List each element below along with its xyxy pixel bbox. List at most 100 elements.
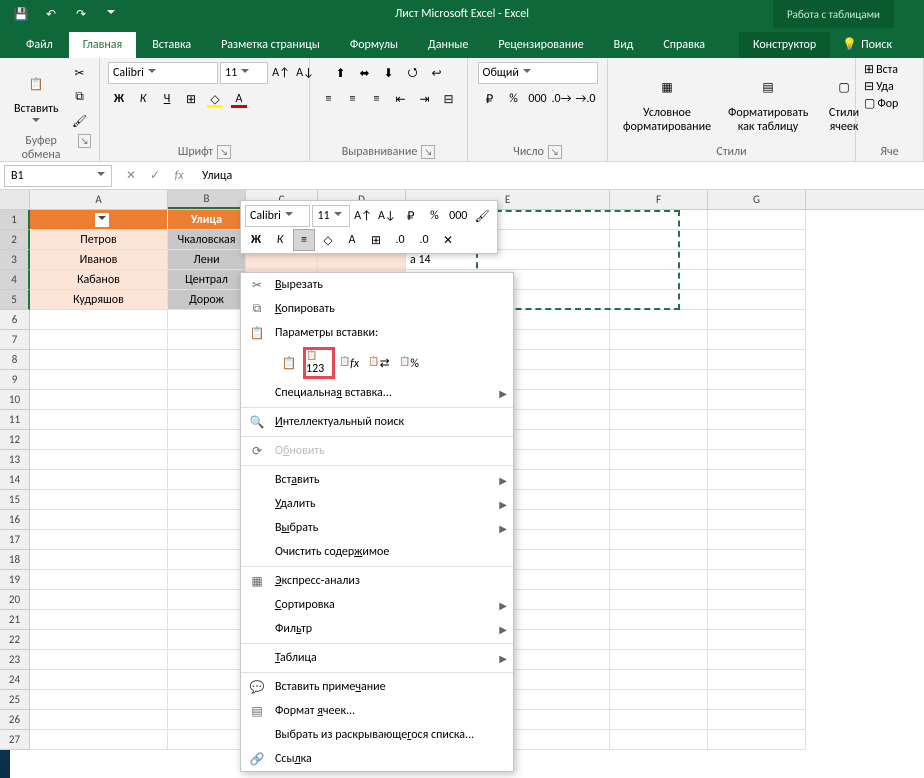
- align-middle-icon[interactable]: ⬌: [354, 62, 376, 84]
- cell[interactable]: [610, 510, 708, 530]
- mini-currency-icon[interactable]: ₽: [400, 205, 422, 227]
- row-header[interactable]: 10: [0, 390, 30, 410]
- cell[interactable]: [30, 470, 168, 490]
- cell[interactable]: [30, 690, 168, 710]
- cell[interactable]: [610, 730, 708, 750]
- format-cells-icon[interactable]: ▢: [864, 96, 875, 111]
- cell[interactable]: [708, 250, 806, 270]
- row-header[interactable]: 17: [0, 530, 30, 550]
- mini-decdec-icon[interactable]: .0: [413, 229, 435, 251]
- fx-icon[interactable]: fx: [168, 165, 190, 187]
- row-header[interactable]: 16: [0, 510, 30, 530]
- cell[interactable]: [708, 530, 806, 550]
- format-painter-icon[interactable]: 🖌: [69, 110, 91, 132]
- dec-decimal-icon[interactable]: →.0: [575, 88, 597, 110]
- col-header-F[interactable]: F: [610, 190, 708, 209]
- percent-icon[interactable]: %: [503, 88, 525, 110]
- cell[interactable]: [168, 330, 246, 350]
- alignment-launcher[interactable]: ↘: [421, 145, 435, 159]
- cell[interactable]: [708, 710, 806, 730]
- cell[interactable]: [30, 570, 168, 590]
- tab-home[interactable]: Главная: [69, 32, 136, 58]
- cell[interactable]: Централ: [168, 270, 246, 290]
- cell[interactable]: [610, 370, 708, 390]
- ctx-delete[interactable]: Удалить▶: [241, 492, 513, 516]
- align-left-icon[interactable]: ≡: [318, 88, 340, 110]
- tab-insert[interactable]: Вставка: [138, 32, 205, 58]
- italic-button[interactable]: К: [132, 88, 154, 110]
- cell[interactable]: [610, 690, 708, 710]
- cell[interactable]: [168, 510, 246, 530]
- align-center-icon[interactable]: ≡: [342, 88, 364, 110]
- row-header[interactable]: 6: [0, 310, 30, 330]
- tell-me-search[interactable]: 💡Поиск: [832, 31, 902, 58]
- row-header[interactable]: 14: [0, 470, 30, 490]
- cell[interactable]: [610, 490, 708, 510]
- cell[interactable]: [708, 350, 806, 370]
- cell[interactable]: [610, 570, 708, 590]
- cell[interactable]: [610, 590, 708, 610]
- name-box[interactable]: B1: [4, 165, 112, 187]
- indent-inc-icon[interactable]: ⇥: [414, 88, 436, 110]
- cell[interactable]: [168, 470, 246, 490]
- cell[interactable]: [168, 370, 246, 390]
- row-header[interactable]: 25: [0, 690, 30, 710]
- paste-formulas-icon[interactable]: 📋fx: [335, 349, 363, 377]
- cell[interactable]: [708, 510, 806, 530]
- cell[interactable]: [708, 230, 806, 250]
- cell[interactable]: [168, 450, 246, 470]
- cell[interactable]: [168, 610, 246, 630]
- cell[interactable]: [168, 390, 246, 410]
- number-format-combo[interactable]: Общий: [478, 62, 598, 84]
- mini-clear-icon[interactable]: ✕: [437, 229, 459, 251]
- cell[interactable]: [30, 530, 168, 550]
- cell[interactable]: [610, 270, 708, 290]
- indent-dec-icon[interactable]: ⇤: [390, 88, 412, 110]
- cell[interactable]: [168, 690, 246, 710]
- row-header[interactable]: 27: [0, 730, 30, 750]
- cell[interactable]: [168, 410, 246, 430]
- cell[interactable]: [30, 310, 168, 330]
- row-header[interactable]: 1: [0, 210, 30, 230]
- cell[interactable]: [30, 430, 168, 450]
- row-header[interactable]: 15: [0, 490, 30, 510]
- cell[interactable]: [30, 390, 168, 410]
- cell[interactable]: [708, 590, 806, 610]
- align-bottom-icon[interactable]: ⬇: [378, 62, 400, 84]
- format-as-table-button[interactable]: ▤Форматировать как таблицу: [722, 70, 814, 136]
- ctx-format-cells[interactable]: ▤Формат ячеек...: [241, 699, 513, 723]
- cell[interactable]: [610, 410, 708, 430]
- row-header[interactable]: 3: [0, 250, 30, 270]
- qat-customize-icon[interactable]: [98, 3, 124, 25]
- row-header[interactable]: 8: [0, 350, 30, 370]
- tab-formulas[interactable]: Формулы: [336, 32, 412, 58]
- ctx-smart-lookup[interactable]: 🔍Интеллектуальный поиск: [241, 410, 513, 434]
- cell[interactable]: [610, 290, 708, 310]
- cell[interactable]: Дорож: [168, 290, 246, 310]
- cell[interactable]: [610, 210, 708, 230]
- orientation-icon[interactable]: ⭯: [402, 62, 424, 84]
- cell[interactable]: Петров: [30, 230, 168, 250]
- cell[interactable]: [610, 430, 708, 450]
- row-header[interactable]: 24: [0, 670, 30, 690]
- tab-table-design[interactable]: Конструктор: [739, 32, 830, 58]
- ctx-pick-from-list[interactable]: Выбрать из раскрывающегося списка...: [241, 723, 513, 747]
- cell[interactable]: [30, 730, 168, 750]
- cell[interactable]: [30, 610, 168, 630]
- cell[interactable]: [708, 730, 806, 750]
- cell[interactable]: [610, 330, 708, 350]
- ctx-quick-analysis[interactable]: ▦Экспресс-анализ: [241, 569, 513, 593]
- comma-icon[interactable]: 000: [527, 88, 549, 110]
- row-header[interactable]: 4: [0, 270, 30, 290]
- cell[interactable]: [610, 230, 708, 250]
- ctx-insert[interactable]: Вставить▶: [241, 468, 513, 492]
- cell[interactable]: [30, 630, 168, 650]
- cancel-formula-icon[interactable]: ✕: [120, 165, 142, 187]
- ctx-table[interactable]: Таблица▶: [241, 646, 513, 670]
- cell[interactable]: [610, 530, 708, 550]
- cell[interactable]: [30, 210, 168, 230]
- cell[interactable]: [708, 670, 806, 690]
- cut-icon[interactable]: ✂: [69, 62, 91, 84]
- cell[interactable]: [610, 670, 708, 690]
- cell[interactable]: [168, 570, 246, 590]
